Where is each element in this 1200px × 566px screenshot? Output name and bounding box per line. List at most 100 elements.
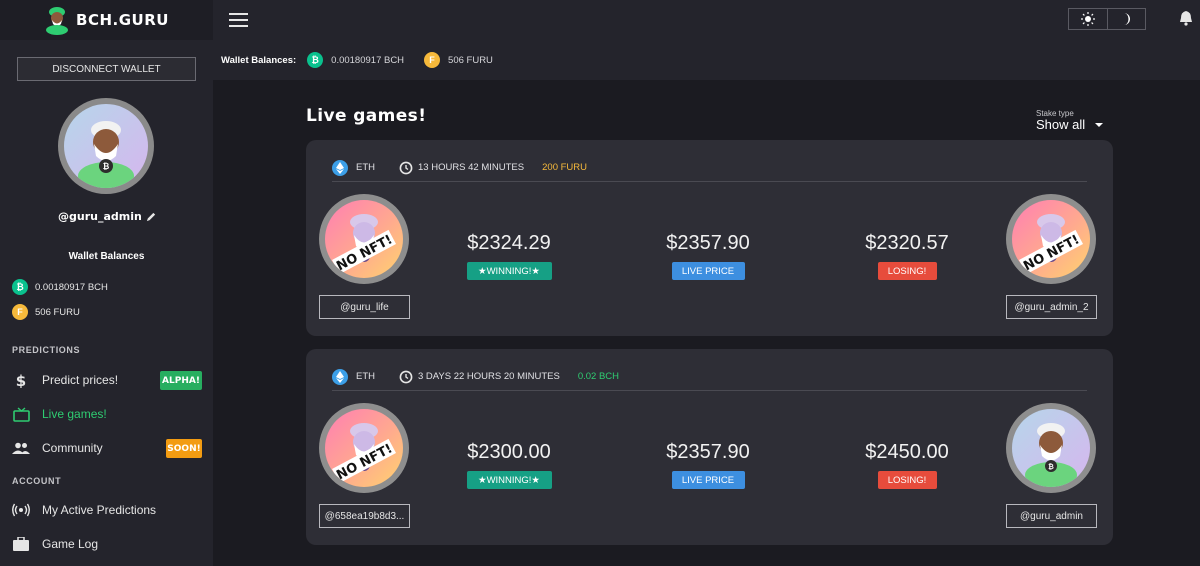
wallet-balances-title: Wallet Balances — [68, 251, 145, 262]
stake-type-value: Show all — [1036, 117, 1086, 132]
no-nft-avatar-icon: NO NFT! — [331, 423, 397, 483]
live-price: $2357.90 — [666, 441, 750, 463]
no-nft-avatar-icon: NO NFT! — [331, 214, 397, 274]
sidebar-item-label: Predict prices! — [42, 373, 119, 387]
balance-furu-value: 506 FURU — [35, 306, 80, 318]
broadcast-icon — [12, 503, 30, 517]
guru-avatar-icon: ₿ — [1025, 423, 1077, 487]
sidebar-item-predict-prices[interactable]: $ Predict prices! ALPHA! — [12, 369, 202, 391]
no-nft-avatar-icon: NO NFT! — [1018, 214, 1084, 274]
notifications-bell-icon[interactable] — [1179, 10, 1193, 31]
clock-icon — [399, 161, 413, 175]
player-name-left[interactable]: @658ea19b8d3... — [319, 504, 410, 528]
topbar-bch-balance: 0.00180917 BCH — [331, 54, 405, 66]
eth-icon — [332, 368, 348, 385]
game-time-left: 13 HOURS 42 MINUTES — [418, 162, 525, 173]
sidebar-item-active-predictions[interactable]: My Active Predictions — [12, 499, 202, 521]
right-price-column: $2320.57 LOSING! — [852, 232, 962, 280]
stake-type-select[interactable]: Stake type Show all — [1036, 109, 1104, 132]
furu-coin-icon: F — [12, 304, 28, 320]
clock-icon — [399, 370, 413, 384]
sidebar-item-label: Live games! — [42, 407, 107, 421]
people-icon — [12, 442, 30, 454]
winning-tag: ★WINNING!★ — [466, 471, 552, 489]
player-name-right[interactable]: @guru_admin_2 — [1006, 295, 1097, 319]
guru-avatar-icon: ₿ — [78, 121, 134, 188]
username: @guru_admin — [58, 210, 157, 223]
tv-icon — [12, 406, 30, 422]
left-price-column: $2300.00 ★WINNING!★ — [454, 441, 564, 489]
guru-mascot-icon — [46, 7, 69, 35]
game-time-left: 3 DAYS 22 HOURS 20 MINUTES — [418, 371, 560, 382]
game-stake: 200 FURU — [542, 162, 587, 173]
logo-text: BCH.GURU — [76, 11, 169, 29]
edit-pencil-icon[interactable] — [146, 211, 157, 222]
menu-hamburger-icon[interactable] — [229, 13, 248, 27]
game-card: ETH 13 HOURS 42 MINUTES 200 FURU NO NFT!… — [306, 140, 1113, 336]
right-price: $2450.00 — [865, 441, 949, 463]
left-price: $2300.00 — [467, 441, 551, 463]
topbar-furu-balance: 506 FURU — [448, 54, 493, 66]
alpha-badge: ALPHA! — [160, 371, 202, 390]
sidebar: BCH.GURU DISCONNECT WALLET ₿ @guru_admin… — [0, 0, 213, 566]
winning-tag: ★WINNING!★ — [466, 262, 552, 280]
game-card-header: ETH 3 DAYS 22 HOURS 20 MINUTES 0.02 BCH — [332, 363, 1087, 391]
furu-coin-icon: F — [424, 52, 441, 68]
left-price: $2324.29 — [467, 232, 551, 254]
bch-coin-icon: ₿ — [307, 52, 324, 68]
wallet-balances-bar: Wallet Balances: ₿ 0.00180917 BCH F 506 … — [213, 40, 1200, 80]
dark-theme-button[interactable] — [1108, 9, 1146, 29]
bch-coin-icon: ₿ — [12, 279, 28, 295]
wallet-balances-label: Wallet Balances: — [221, 54, 297, 66]
svg-text:$: $ — [16, 372, 26, 388]
balance-furu: F 506 FURU — [12, 304, 80, 320]
svg-text:₿: ₿ — [1048, 463, 1054, 471]
sidebar-item-label: Game Log — [42, 537, 99, 551]
sidebar-item-game-log[interactable]: Game Log — [12, 533, 202, 555]
sidebar-item-label: My Active Predictions — [42, 503, 157, 517]
right-price-column: $2450.00 LOSING! — [852, 441, 962, 489]
profile-avatar[interactable]: ₿ — [58, 98, 154, 194]
live-price-column: $2357.90 LIVE PRICE — [653, 232, 763, 280]
sun-icon — [1080, 12, 1095, 26]
dollar-icon: $ — [12, 372, 30, 388]
page-title: Live games! — [306, 106, 427, 126]
briefcase-icon — [12, 537, 30, 551]
svg-text:₿: ₿ — [103, 162, 110, 171]
eth-icon — [332, 159, 348, 176]
light-theme-button[interactable] — [1069, 9, 1108, 29]
section-account: ACCOUNT — [12, 476, 62, 486]
player-avatar-left[interactable]: NO NFT! — [319, 403, 409, 493]
player-avatar-right[interactable]: ₿ — [1006, 403, 1096, 493]
player-name-left[interactable]: @guru_life — [319, 295, 410, 319]
moon-icon — [1124, 13, 1131, 25]
topbar — [213, 0, 1200, 40]
sidebar-item-community[interactable]: Community SOON! — [12, 437, 202, 459]
sidebar-item-label: Community — [42, 441, 103, 455]
live-price-tag: LIVE PRICE — [671, 471, 745, 489]
game-card: ETH 3 DAYS 22 HOURS 20 MINUTES 0.02 BCH … — [306, 349, 1113, 545]
game-asset: ETH — [356, 162, 375, 173]
live-price-column: $2357.90 LIVE PRICE — [653, 441, 763, 489]
game-asset: ETH — [356, 371, 375, 382]
theme-toggle[interactable] — [1068, 8, 1146, 30]
username-text: @guru_admin — [58, 210, 142, 223]
live-price: $2357.90 — [666, 232, 750, 254]
right-price: $2320.57 — [865, 232, 949, 254]
balance-bch-value: 0.00180917 BCH — [35, 281, 108, 293]
disconnect-wallet-button[interactable]: DISCONNECT WALLET — [17, 57, 196, 81]
chevron-down-icon — [1095, 122, 1104, 127]
player-name-right[interactable]: @guru_admin — [1006, 504, 1097, 528]
live-price-tag: LIVE PRICE — [671, 262, 745, 280]
sidebar-item-live-games[interactable]: Live games! — [12, 403, 202, 425]
player-avatar-left[interactable]: NO NFT! — [319, 194, 409, 284]
player-avatar-right[interactable]: NO NFT! — [1006, 194, 1096, 284]
losing-tag: LOSING! — [877, 471, 937, 489]
losing-tag: LOSING! — [877, 262, 937, 280]
game-stake: 0.02 BCH — [577, 371, 620, 382]
soon-badge: SOON! — [166, 439, 202, 458]
left-price-column: $2324.29 ★WINNING!★ — [454, 232, 564, 280]
section-predictions: PREDICTIONS — [12, 345, 81, 355]
logo[interactable]: BCH.GURU — [0, 0, 213, 40]
balance-bch: ₿ 0.00180917 BCH — [12, 279, 108, 295]
